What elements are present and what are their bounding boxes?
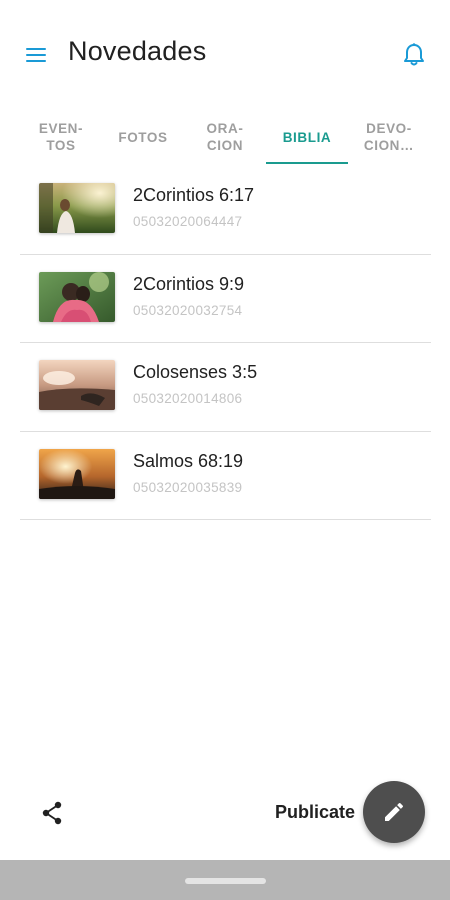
bottom-actions: Publicate bbox=[0, 770, 450, 860]
list-item[interactable]: Colosenses 3:5 05032020014806 bbox=[20, 343, 431, 432]
active-tab-indicator bbox=[266, 162, 348, 164]
list-item[interactable]: 2Corintios 6:17 05032020064447 bbox=[20, 166, 431, 255]
system-navigation-bar bbox=[0, 860, 450, 900]
notifications-button[interactable] bbox=[402, 42, 426, 68]
tab-biblia[interactable]: BIBLIA bbox=[266, 108, 348, 166]
verse-list: 2Corintios 6:17 05032020064447 2Corintio… bbox=[20, 166, 431, 520]
hand-reaching-sun-image bbox=[39, 448, 115, 499]
home-gesture-handle[interactable] bbox=[185, 878, 266, 884]
share-button[interactable] bbox=[40, 800, 64, 826]
app-bar: Novedades bbox=[0, 0, 450, 108]
item-title: 2Corintios 6:17 bbox=[133, 185, 255, 205]
item-subtitle: 05032020064447 bbox=[133, 214, 243, 229]
publicate-fab-button[interactable] bbox=[363, 781, 425, 843]
item-title: Colosenses 3:5 bbox=[133, 362, 258, 382]
hamburger-menu-icon bbox=[26, 48, 46, 50]
item-title: Salmos 68:19 bbox=[133, 450, 244, 471]
tab-eventos[interactable]: EVEN- TOS bbox=[20, 108, 102, 166]
people-hugging-image bbox=[39, 271, 115, 322]
menu-button[interactable] bbox=[24, 44, 48, 66]
list-item[interactable]: 2Corintios 9:9 05032020032754 bbox=[20, 255, 431, 343]
tab-oracion[interactable]: ORA- CION bbox=[184, 108, 266, 166]
publicate-label[interactable]: Publicate bbox=[275, 802, 355, 823]
list-item[interactable]: Salmos 68:19 05032020035839 bbox=[20, 432, 431, 520]
item-title: 2Corintios 9:9 bbox=[133, 273, 245, 294]
tab-bar: EVEN- TOS FOTOS ORA- CION BIBLIA DEVO- CION… bbox=[0, 108, 450, 166]
item-subtitle: 05032020014806 bbox=[133, 391, 243, 406]
woman-in-sunlit-field-image bbox=[39, 183, 115, 233]
share-icon bbox=[42, 801, 62, 825]
item-subtitle: 05032020035839 bbox=[133, 479, 243, 495]
tab-devocion[interactable]: DEVO- CION… bbox=[348, 108, 430, 166]
hamburger-menu-icon-line bbox=[26, 60, 46, 62]
page-title: Novedades bbox=[68, 36, 207, 66]
bell-icon bbox=[404, 43, 424, 66]
hamburger-menu-icon-line bbox=[26, 54, 46, 56]
hand-at-sunset-image bbox=[39, 360, 115, 410]
tab-fotos[interactable]: FOTOS bbox=[102, 108, 184, 166]
item-subtitle: 05032020032754 bbox=[133, 302, 243, 318]
pencil-icon bbox=[385, 802, 404, 821]
